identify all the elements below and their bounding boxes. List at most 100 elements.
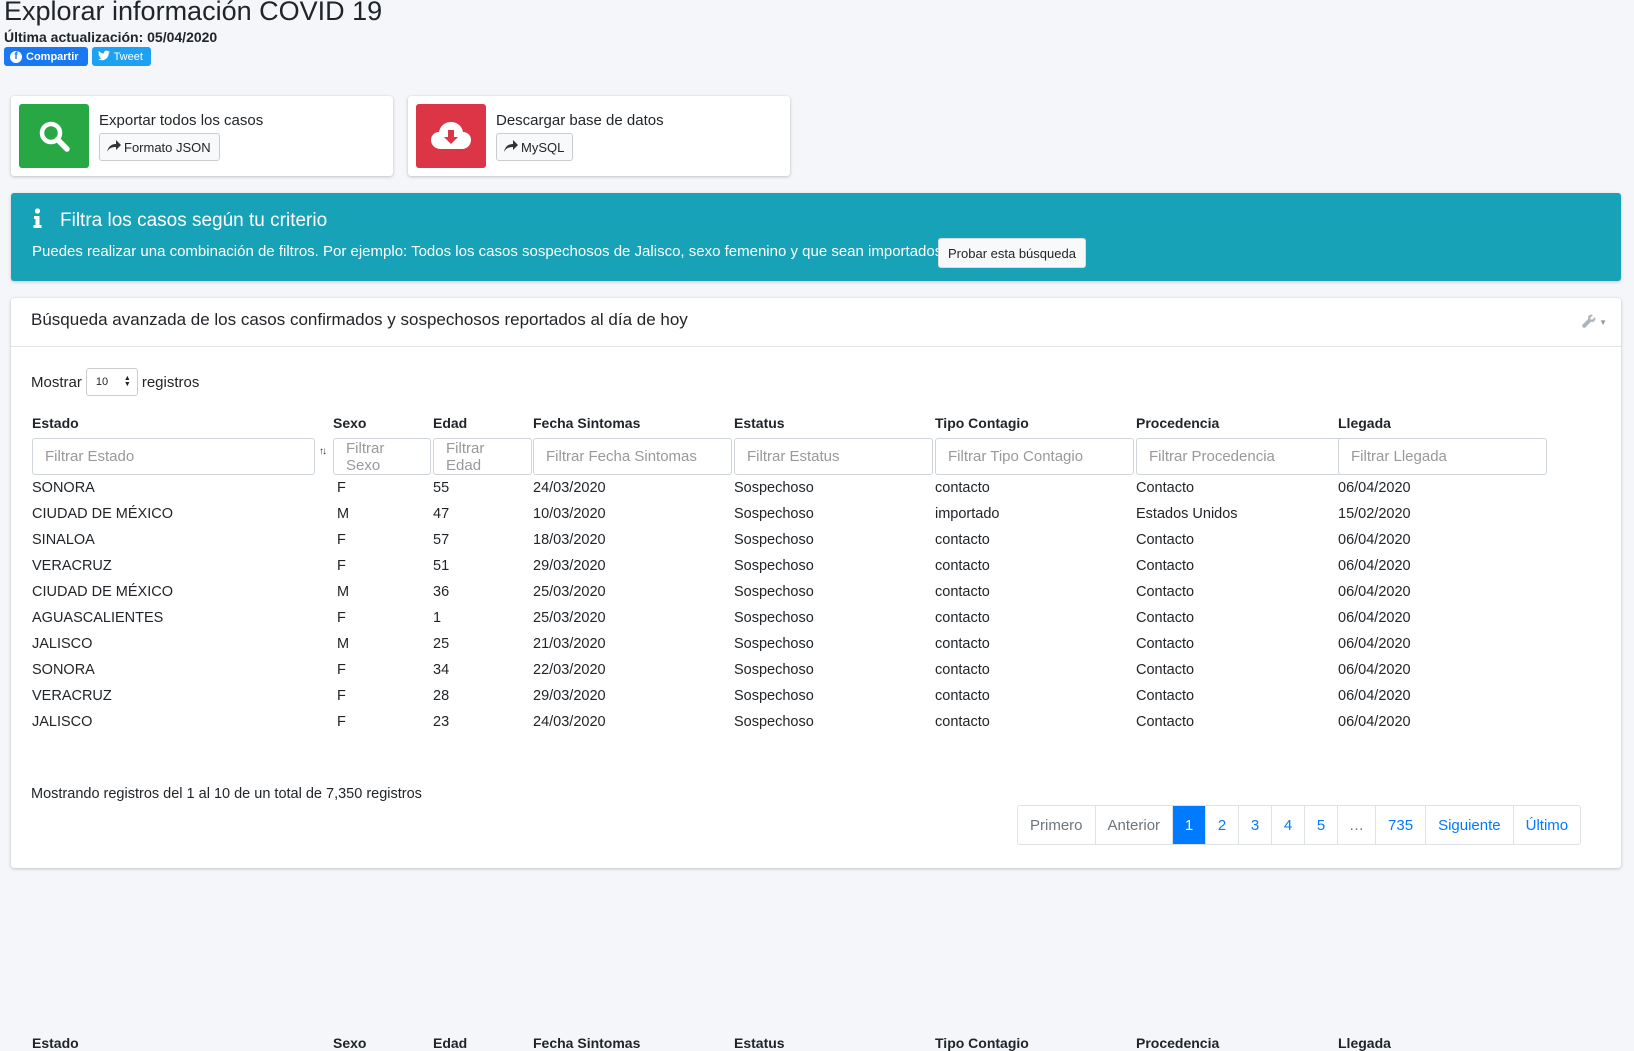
length-control: Mostrar 10 ▲ ▼ registros [31,368,199,396]
table-cell: F [337,688,346,704]
header-edad[interactable]: Edad [433,415,467,431]
filter-fecha-sintomas-input[interactable]: Filtrar Fecha Sintomas [533,438,732,475]
table-cell: F [337,532,346,548]
page-5[interactable]: 5 [1305,806,1339,844]
table-cell: Sospechoso [734,636,814,652]
share-buttons: f Compartir Tweet [4,47,151,66]
page-last-number[interactable]: 735 [1376,806,1427,844]
footer-estatus: Estatus [734,1035,785,1051]
table-cell: Sospechoso [734,558,814,574]
filter-estatus-input[interactable]: Filtrar Estatus [734,438,933,475]
table-cell: F [337,558,346,574]
page-2[interactable]: 2 [1206,806,1240,844]
footer-sexo: Sexo [333,1035,367,1051]
page-next[interactable]: Siguiente [1426,806,1514,844]
page-length-select[interactable]: 10 ▲ ▼ [85,368,138,396]
table-cell: 55 [433,480,450,496]
download-text: Descargar base de datos [496,112,664,129]
table-cell: 25/03/2020 [533,584,606,600]
card-title: Búsqueda avanzada de los casos confirmad… [31,310,688,329]
page-1[interactable]: 1 [1173,806,1207,844]
tweet-label: Tweet [113,50,143,63]
table-row: JALISCO F 23 24/03/2020 Sospechoso contacto Co… [11,710,1621,736]
page-length-value: 10 [95,376,109,388]
table-row: SONORA F 55 24/03/2020 Sospechoso contacto Con… [11,476,1621,502]
share-arrow-icon [107,139,121,155]
table-cell: Contacto [1136,480,1195,496]
table-cell: 51 [433,558,450,574]
table-cell: 06/04/2020 [1338,480,1411,496]
sort-icon[interactable]: ↑↓ [319,446,327,457]
filter-procedencia-input[interactable]: Filtrar Procedencia [1136,438,1345,475]
table-cell: Contacto [1136,662,1195,678]
table-cell: contacto [935,584,990,600]
table-cell: 10/03/2020 [533,506,606,522]
page-4[interactable]: 4 [1272,806,1306,844]
header-tipo-contagio[interactable]: Tipo Contagio [935,415,1029,431]
table-cell: 06/04/2020 [1338,688,1411,704]
page-previous[interactable]: Anterior [1096,806,1174,844]
footer-edad: Edad [433,1035,468,1051]
table-cell: Contacto [1136,558,1195,574]
table-cell: 29/03/2020 [533,558,606,574]
table-cell: F [337,714,346,730]
header-estatus[interactable]: Estatus [734,415,785,431]
table-cell: JALISCO [32,714,93,730]
facebook-icon: f [10,50,22,63]
table-cell: 29/03/2020 [533,688,606,704]
table-cell: contacto [935,532,990,548]
table-cell: 22/03/2020 [533,662,606,678]
card-tools-dropdown[interactable]: ▼ [1582,314,1607,331]
filter-tipo-contagio-input[interactable]: Filtrar Tipo Contagio [935,438,1134,475]
page-last[interactable]: Último [1514,806,1581,844]
filter-callout: Filtra los casos según tu criterio Puede… [11,193,1621,281]
table-cell: 57 [433,532,450,548]
download-info-box: Descargar base de datos MySQL [408,96,790,176]
table-cell: SONORA [32,480,95,496]
table-cell: M [337,636,350,652]
footer-tipo-contagio: Tipo Contagio [935,1035,1029,1051]
table-cell: Estados Unidos [1136,506,1238,522]
table-cell: Contacto [1136,532,1195,548]
table-cell: 24/03/2020 [533,714,606,730]
filter-llegada-input[interactable]: Filtrar Llegada [1338,438,1547,475]
table-cell: 21/03/2020 [533,636,606,652]
table-row: SONORA F 34 22/03/2020 Sospechoso contacto Con… [11,658,1621,684]
header-fecha-sintomas[interactable]: Fecha Sintomas [533,415,640,431]
header-estado[interactable]: Estado [32,415,79,431]
footer-estado: Estado [32,1035,79,1051]
page-ellipsis: … [1338,806,1377,844]
filter-sexo-input[interactable]: Filtrar Sexo [333,438,431,475]
table-cell: AGUASCALIENTES [32,610,164,626]
mysql-download-button[interactable]: MySQL [496,133,574,161]
try-search-button[interactable]: Probar esta búsqueda [938,238,1086,268]
table-cell: SONORA [32,662,95,678]
table-cell: Contacto [1136,636,1195,652]
table-cell: 36 [433,584,450,600]
filter-edad-input[interactable]: Filtrar Edad [433,438,532,475]
table-cell: importado [935,506,1000,522]
length-suffix: registros [141,373,200,391]
mysql-label: MySQL [521,139,565,155]
header-llegada[interactable]: Llegada [1338,415,1391,431]
table-cell: VERACRUZ [32,558,112,574]
table-cell: Sospechoso [734,584,814,600]
facebook-share-button[interactable]: f Compartir [4,47,88,66]
share-label: Compartir [26,50,79,63]
header-procedencia[interactable]: Procedencia [1136,415,1219,431]
table-cell: F [337,610,346,626]
table-cell: 06/04/2020 [1338,636,1411,652]
table-cell: 25 [433,636,450,652]
json-format-button[interactable]: Formato JSON [99,133,220,161]
header-sexo[interactable]: Sexo [333,415,366,431]
table-cell: 06/04/2020 [1338,662,1411,678]
page-3[interactable]: 3 [1239,806,1273,844]
tweet-button[interactable]: Tweet [91,47,151,66]
table-info: Mostrando registros del 1 al 10 de un to… [31,786,422,802]
page-first[interactable]: Primero [1018,806,1096,844]
filter-estado-input[interactable]: Filtrar Estado [32,438,315,475]
info-icon [33,208,42,234]
table-row: JALISCO M 25 21/03/2020 Sospechoso contacto Co… [11,632,1621,658]
table-cell: Sospechoso [734,610,814,626]
table-cell: 1 [433,610,442,626]
